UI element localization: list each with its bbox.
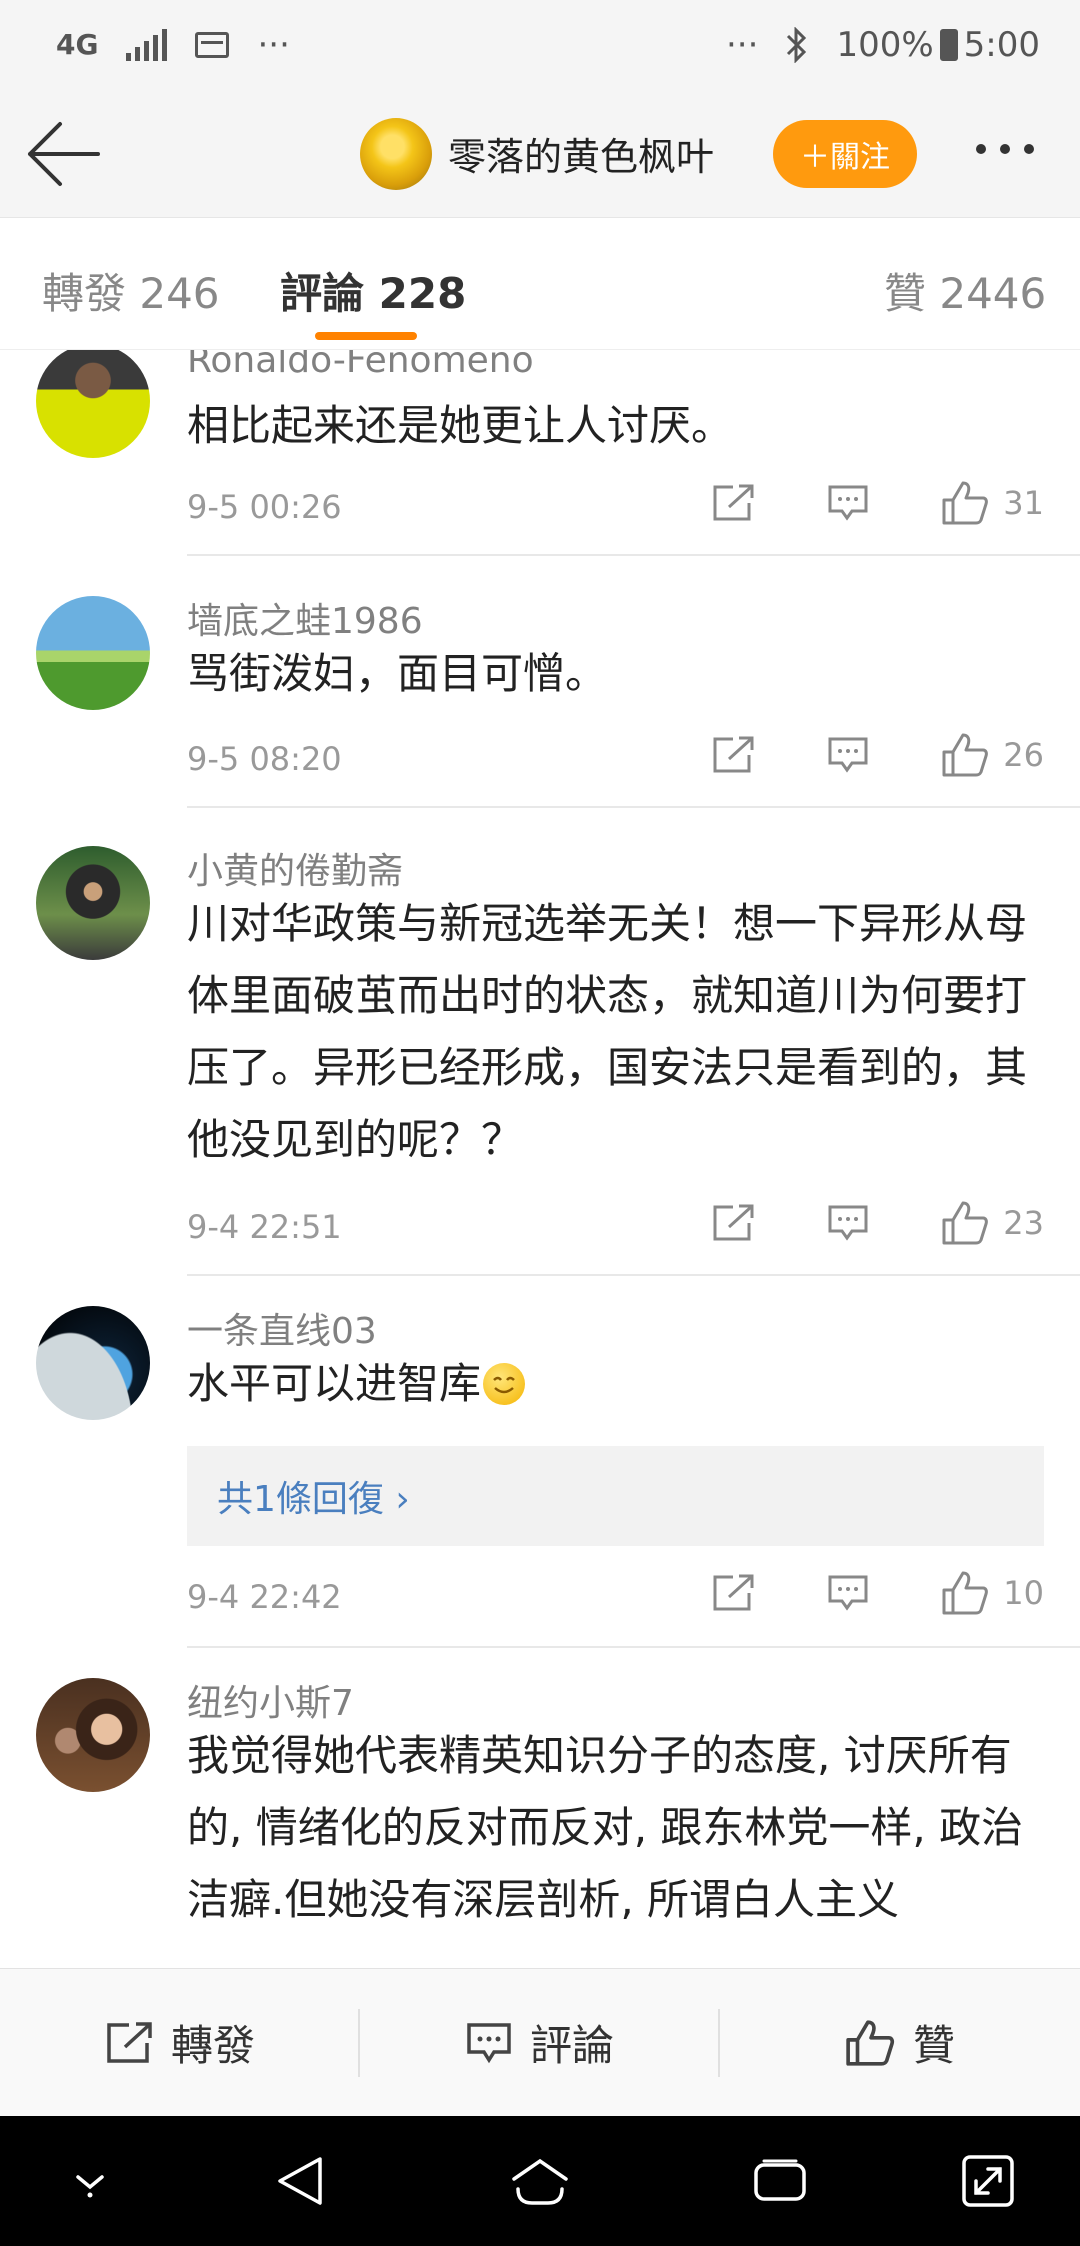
- nav-recents-icon[interactable]: [750, 2151, 810, 2211]
- signal-icon: [126, 29, 168, 61]
- repost-icon[interactable]: [711, 1203, 755, 1243]
- repost-button[interactable]: 轉發: [0, 1969, 360, 2116]
- comment-text: 我觉得她代表精英知识分子的态度, 讨厌所有的, 情绪化的反对而反对, 跟东林党一…: [187, 1731, 1024, 1924]
- bluetooth-icon: [787, 27, 807, 63]
- tab-reposts[interactable]: 轉發 246: [42, 260, 220, 321]
- like-post-button[interactable]: 贊: [720, 1969, 1080, 2116]
- comment-button[interactable]: 評論: [360, 1969, 720, 2116]
- nav-back-icon[interactable]: [270, 2151, 330, 2211]
- thumbs-up-icon: [942, 733, 989, 777]
- more-icon[interactable]: [976, 144, 1034, 154]
- tab-bar: 轉發 246 評論 228 贊 2446: [0, 218, 1080, 350]
- comment-text: 相比起来还是她更让人讨厌。: [187, 401, 734, 450]
- comment-time: 9-4 22:42: [187, 1578, 342, 1616]
- commenter-avatar[interactable]: [36, 846, 150, 960]
- author-avatar[interactable]: [360, 118, 432, 190]
- commenter-name[interactable]: 墙底之蛙1986: [187, 592, 423, 644]
- comment-text: 水平可以进智库: [187, 1359, 482, 1408]
- like-button[interactable]: 23: [941, 1200, 1044, 1246]
- view-replies-button[interactable]: 共1條回復 ›: [187, 1446, 1044, 1546]
- image-notification-icon: [195, 32, 230, 58]
- comment-time: 9-5 00:26: [187, 488, 342, 526]
- repost-icon[interactable]: [711, 1573, 755, 1613]
- nav-rotate-icon[interactable]: [958, 2151, 1018, 2211]
- commenter-name[interactable]: Ronaldo-Fenomeno: [187, 350, 534, 381]
- thumbs-up-icon: [846, 2019, 895, 2066]
- active-tab-indicator: [315, 332, 417, 340]
- comment-time: 9-4 22:51: [187, 1208, 342, 1246]
- comment-time: 9-5 08:20: [187, 740, 342, 778]
- commenter-avatar[interactable]: [36, 596, 150, 710]
- like-button[interactable]: 26: [941, 732, 1044, 778]
- more-notifications-icon: ···: [257, 25, 290, 65]
- like-count: 23: [1003, 1204, 1044, 1242]
- thumbs-up-icon: [942, 1571, 989, 1615]
- reply-icon[interactable]: [827, 1203, 869, 1243]
- smile-emoji-icon: [483, 1363, 526, 1405]
- like-button[interactable]: 10: [941, 1570, 1044, 1616]
- repost-icon[interactable]: [711, 735, 755, 775]
- battery-icon: [939, 29, 958, 61]
- like-label: 贊: [912, 2021, 955, 2070]
- reply-icon[interactable]: [827, 1573, 869, 1613]
- nav-home-icon[interactable]: [510, 2151, 570, 2211]
- divider: [187, 554, 1080, 556]
- comment-list[interactable]: Ronaldo-Fenomeno 相比起来还是她更让人讨厌。 9-5 00:26…: [0, 350, 1080, 1968]
- bottom-action-bar: 轉發 評論 贊: [0, 1968, 1080, 2116]
- tab-likes[interactable]: 贊 2446: [884, 260, 1046, 321]
- header: 零落的黄色枫叶 ＋關注: [0, 90, 1080, 218]
- comment-icon: [467, 2022, 511, 2063]
- reply-icon[interactable]: [827, 483, 869, 523]
- like-count: 31: [1003, 484, 1044, 522]
- commenter-name[interactable]: 一条直线03: [187, 1302, 377, 1354]
- tab-comments[interactable]: 評論 228: [280, 260, 466, 321]
- commenter-avatar[interactable]: [36, 350, 150, 458]
- comment-text: 骂街泼妇，面目可憎。: [187, 649, 608, 698]
- status-bar: 4G ··· ··· 100% 5:00: [0, 0, 1080, 90]
- comment-text: 川对华政策与新冠选举无关！想一下异形从母体里面破茧而出时的状态，就知道川为何要打…: [187, 899, 1028, 1164]
- comment-label: 評論: [529, 2021, 614, 2070]
- like-button[interactable]: 31: [941, 480, 1044, 526]
- battery-percentage: 100%: [836, 25, 934, 65]
- reply-icon[interactable]: [827, 735, 869, 775]
- repost-icon[interactable]: [711, 483, 755, 523]
- back-arrow-icon[interactable]: [24, 116, 104, 192]
- status-more-icon: ···: [726, 25, 759, 65]
- thumbs-up-icon: [942, 1201, 989, 1245]
- commenter-name[interactable]: 纽约小斯7: [187, 1674, 354, 1726]
- repost-icon: [107, 2021, 152, 2063]
- network-indicator: 4G: [56, 28, 99, 61]
- like-count: 10: [1003, 1574, 1044, 1612]
- follow-button[interactable]: ＋關注: [773, 120, 917, 188]
- repost-label: 轉發: [170, 2021, 255, 2070]
- chevron-down-icon[interactable]: [60, 2151, 120, 2211]
- clock: 5:00: [963, 25, 1040, 65]
- thumbs-up-icon: [942, 481, 989, 525]
- system-navigation-bar: [0, 2116, 1080, 2246]
- divider: [187, 806, 1080, 808]
- author-name[interactable]: 零落的黄色枫叶: [448, 126, 714, 181]
- commenter-avatar[interactable]: [36, 1678, 150, 1792]
- commenter-avatar[interactable]: [36, 1306, 150, 1420]
- divider: [187, 1274, 1080, 1276]
- commenter-name[interactable]: 小黄的倦勤斋: [187, 842, 403, 894]
- like-count: 26: [1003, 736, 1044, 774]
- divider: [187, 1646, 1080, 1648]
